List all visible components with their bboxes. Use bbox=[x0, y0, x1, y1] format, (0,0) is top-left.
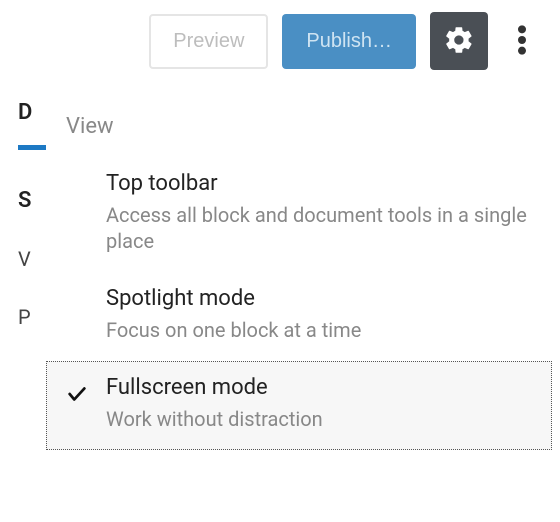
menu-item-spotlight-mode[interactable]: Spotlight mode Focus on one block at a t… bbox=[46, 272, 552, 361]
menu-item-title: Spotlight mode bbox=[106, 286, 361, 311]
menu-item-title: Top toolbar bbox=[106, 171, 532, 196]
sidebar-section: S bbox=[18, 188, 46, 213]
menu-item-description: Focus on one block at a time bbox=[106, 317, 361, 343]
check-icon bbox=[66, 383, 88, 409]
menu-item-description: Work without distraction bbox=[106, 406, 323, 432]
publish-button[interactable]: Publish… bbox=[282, 14, 416, 69]
gear-icon bbox=[443, 24, 475, 59]
editor-toolbar: Preview Publish… bbox=[0, 0, 560, 94]
preview-button[interactable]: Preview bbox=[149, 14, 268, 69]
menu-item-title: Fullscreen mode bbox=[106, 375, 323, 400]
tab-document[interactable]: D bbox=[18, 100, 48, 150]
menu-item-top-toolbar[interactable]: Top toolbar Access all block and documen… bbox=[46, 157, 552, 272]
menu-section-header: View bbox=[46, 108, 552, 157]
check-slot bbox=[66, 375, 106, 409]
sidebar-row: P bbox=[18, 305, 46, 329]
menu-item-fullscreen-mode[interactable]: Fullscreen mode Work without distraction bbox=[46, 361, 552, 450]
document-sidebar: D S V P bbox=[0, 100, 46, 329]
check-slot bbox=[66, 171, 106, 179]
settings-button[interactable] bbox=[430, 12, 488, 70]
more-vertical-icon bbox=[518, 24, 526, 59]
sidebar-row: V bbox=[18, 247, 46, 271]
more-options-button[interactable] bbox=[502, 12, 542, 70]
more-options-menu: View Top toolbar Access all block and do… bbox=[46, 94, 552, 450]
menu-item-description: Access all block and document tools in a… bbox=[106, 202, 532, 254]
check-slot bbox=[66, 286, 106, 294]
